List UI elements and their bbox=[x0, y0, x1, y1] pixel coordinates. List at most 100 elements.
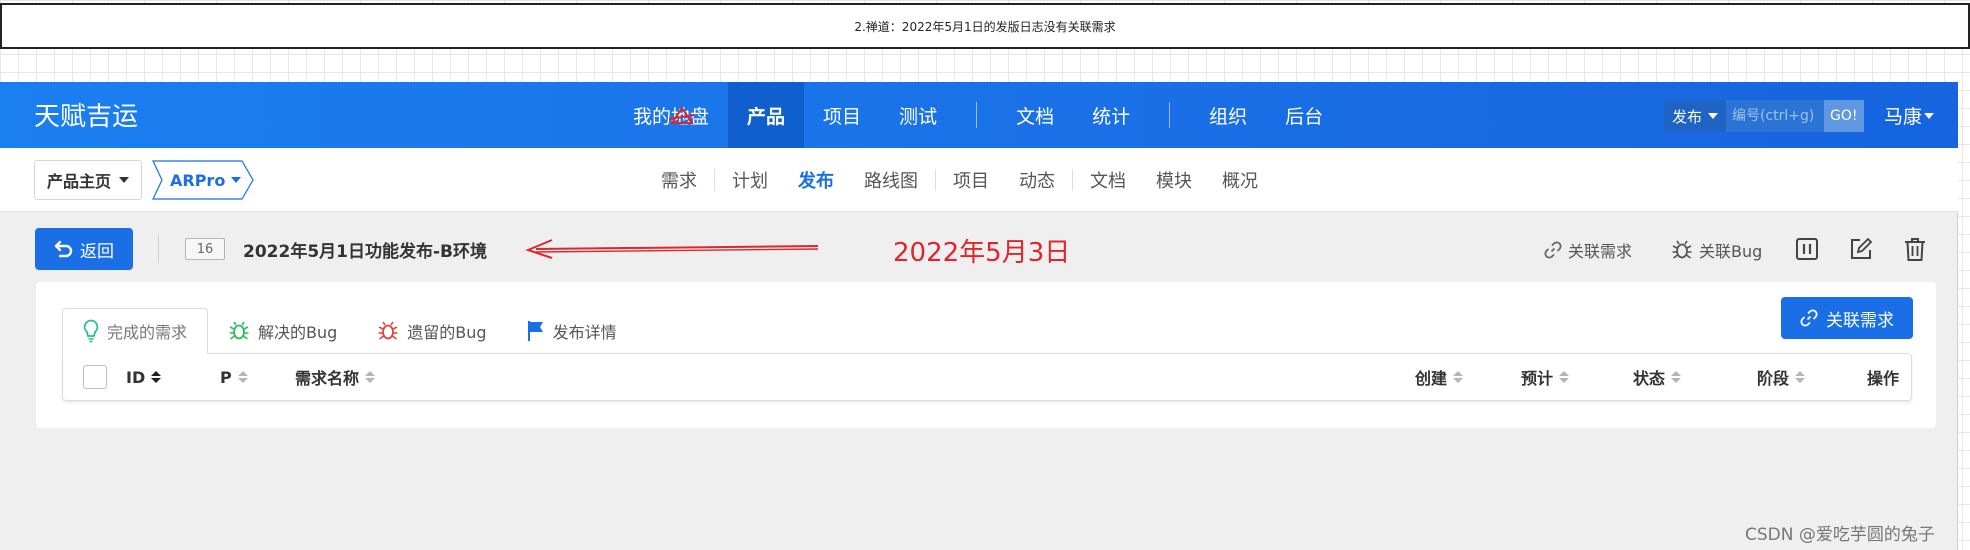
link-bug-action[interactable]: 关联Bug bbox=[1671, 238, 1762, 262]
annotation-date: 2022年5月3日 bbox=[893, 238, 1071, 268]
sort-icon bbox=[1453, 371, 1464, 383]
link-bug-label: 关联Bug bbox=[1699, 242, 1763, 261]
select-all-checkbox[interactable] bbox=[83, 365, 107, 389]
column-label: P bbox=[220, 367, 232, 387]
nav-product[interactable]: 产品 bbox=[728, 82, 805, 148]
subnav-divider bbox=[935, 169, 936, 191]
column-stage[interactable]: 阶段 bbox=[1757, 354, 1806, 400]
nav-org[interactable]: 组织 bbox=[1190, 82, 1266, 148]
release-id-badge: 16 bbox=[185, 238, 225, 260]
pause-button[interactable] bbox=[1792, 234, 1822, 264]
nav-admin[interactable]: 后台 bbox=[1266, 82, 1342, 148]
subnav-divider bbox=[714, 169, 715, 191]
search-group: 发布 GO! bbox=[1664, 100, 1864, 132]
nav-divider bbox=[976, 102, 978, 128]
search-type-select[interactable]: 发布 bbox=[1664, 100, 1727, 132]
column-status[interactable]: 状态 bbox=[1633, 354, 1682, 400]
release-tabs: 完成的需求 解决的Bug 遗留的Bug 发布详情 bbox=[62, 308, 637, 354]
sort-icon bbox=[365, 371, 376, 383]
tab-label: 完成的需求 bbox=[107, 323, 188, 342]
chevron-down-icon bbox=[1924, 112, 1935, 119]
subnav-project[interactable]: 项目 bbox=[938, 167, 1004, 193]
column-label: 需求名称 bbox=[295, 369, 360, 388]
zentao-app: 天赋吉运 我的地盘 产品 项目 测试 文档 统计 组织 后台 发布 编号(ctr… bbox=[0, 82, 1958, 550]
main-nav: 我的地盘 产品 项目 测试 文档 统计 组织 后台 bbox=[614, 82, 1342, 148]
nav-doc[interactable]: 文档 bbox=[997, 82, 1073, 148]
back-label: 返回 bbox=[80, 241, 114, 262]
watermark: CSDN @爱吃芋圆的兔子 bbox=[1745, 525, 1935, 545]
sub-navbar: 产品主页 ARPro 需求 计划 发布 路线图 项目 动态 文档 模块 概况 bbox=[0, 148, 1958, 212]
link-story-button-label: 关联需求 bbox=[1826, 310, 1894, 331]
bug-icon bbox=[378, 321, 398, 340]
back-button[interactable]: 返回 bbox=[35, 228, 133, 270]
column-estimate[interactable]: 预计 bbox=[1521, 354, 1570, 400]
nav-project[interactable]: 项目 bbox=[804, 82, 880, 148]
user-name: 马康 bbox=[1884, 106, 1923, 128]
pause-icon bbox=[1796, 238, 1818, 260]
column-label: 状态 bbox=[1633, 369, 1666, 388]
product-home-dropdown[interactable]: 产品主页 bbox=[34, 160, 143, 200]
subnav-roadmap[interactable]: 路线图 bbox=[849, 167, 933, 193]
link-story-button[interactable]: 关联需求 bbox=[1781, 297, 1913, 339]
screenshot-canvas: 2.禅道：2022年5月1日的发版日志没有关联需求 天赋吉运 我的地盘 产品 项… bbox=[0, 0, 1970, 550]
edit-icon bbox=[1851, 237, 1873, 259]
caption-box: 2.禅道：2022年5月1日的发版日志没有关联需求 bbox=[0, 3, 1970, 49]
link-story-action[interactable]: 关联需求 bbox=[1544, 238, 1632, 262]
column-priority[interactable]: P bbox=[220, 354, 248, 400]
link-icon bbox=[1544, 241, 1562, 259]
sort-desc-icon bbox=[151, 371, 162, 383]
sort-icon bbox=[1671, 371, 1682, 383]
subnav-plan[interactable]: 计划 bbox=[717, 167, 783, 193]
sort-icon bbox=[1795, 371, 1806, 383]
chevron-down-icon bbox=[1708, 113, 1719, 119]
tab-label: 发布详情 bbox=[552, 323, 617, 342]
subnav-dynamic[interactable]: 动态 bbox=[1004, 167, 1070, 193]
subnav-release[interactable]: 发布 bbox=[783, 167, 849, 193]
bug-icon bbox=[1672, 240, 1692, 259]
tab-left-bugs[interactable]: 遗留的Bug bbox=[357, 308, 506, 354]
product-home-label: 产品主页 bbox=[47, 172, 112, 191]
sort-icon bbox=[237, 371, 248, 383]
column-story-name[interactable]: 需求名称 bbox=[295, 354, 376, 400]
brand-name[interactable]: 天赋吉运 bbox=[34, 96, 138, 133]
column-created[interactable]: 创建 bbox=[1415, 354, 1464, 400]
column-label: 阶段 bbox=[1757, 369, 1790, 388]
column-id[interactable]: ID bbox=[126, 354, 162, 400]
subnav-overview[interactable]: 概况 bbox=[1207, 167, 1273, 193]
go-button[interactable]: GO! bbox=[1824, 100, 1864, 132]
delete-button[interactable] bbox=[1900, 234, 1930, 264]
subnav-story[interactable]: 需求 bbox=[646, 167, 712, 193]
product-switcher[interactable]: ARPro bbox=[152, 160, 254, 200]
nav-stats[interactable]: 统计 bbox=[1073, 82, 1149, 148]
trash-icon bbox=[1905, 238, 1925, 261]
user-menu[interactable]: 马康 bbox=[1884, 102, 1935, 129]
search-type-label: 发布 bbox=[1672, 107, 1703, 126]
sort-icon bbox=[1559, 371, 1570, 383]
link-icon bbox=[1800, 309, 1818, 327]
chevron-down-icon bbox=[231, 177, 242, 183]
flag-icon bbox=[527, 321, 543, 341]
top-navbar: 天赋吉运 我的地盘 产品 项目 测试 文档 统计 组织 后台 发布 编号(ctr… bbox=[0, 82, 1958, 148]
subnav-module[interactable]: 模块 bbox=[1141, 167, 1207, 193]
toolbar-divider bbox=[158, 235, 159, 263]
subnav-doc[interactable]: 文档 bbox=[1075, 167, 1141, 193]
nav-test[interactable]: 测试 bbox=[880, 82, 956, 148]
tab-release-details[interactable]: 发布详情 bbox=[507, 308, 637, 354]
search-input[interactable] bbox=[1726, 100, 1825, 132]
tab-label: 解决的Bug bbox=[258, 323, 338, 342]
column-label: 创建 bbox=[1415, 369, 1448, 388]
link-story-label: 关联需求 bbox=[1568, 242, 1633, 261]
column-label: ID bbox=[126, 367, 146, 387]
product-sub-nav: 需求 计划 发布 路线图 项目 动态 文档 模块 概况 bbox=[646, 148, 1273, 212]
tab-finished-stories[interactable]: 完成的需求 bbox=[62, 308, 209, 354]
chevron-down-icon bbox=[119, 177, 130, 183]
release-title: 2022年5月1日功能发布-B环境 bbox=[243, 242, 487, 262]
subnav-divider bbox=[1072, 169, 1073, 191]
tab-resolved-bugs[interactable]: 解决的Bug bbox=[208, 308, 357, 354]
bug-icon bbox=[229, 321, 249, 340]
stories-table-header: ID P 需求名称 创建 预计 状态 阶段 操作 bbox=[62, 353, 1912, 401]
red-triangle-mark-icon bbox=[669, 106, 695, 124]
edit-button[interactable] bbox=[1846, 234, 1876, 264]
red-arrow-annotation-icon bbox=[525, 239, 819, 259]
lightbulb-icon bbox=[83, 319, 99, 343]
